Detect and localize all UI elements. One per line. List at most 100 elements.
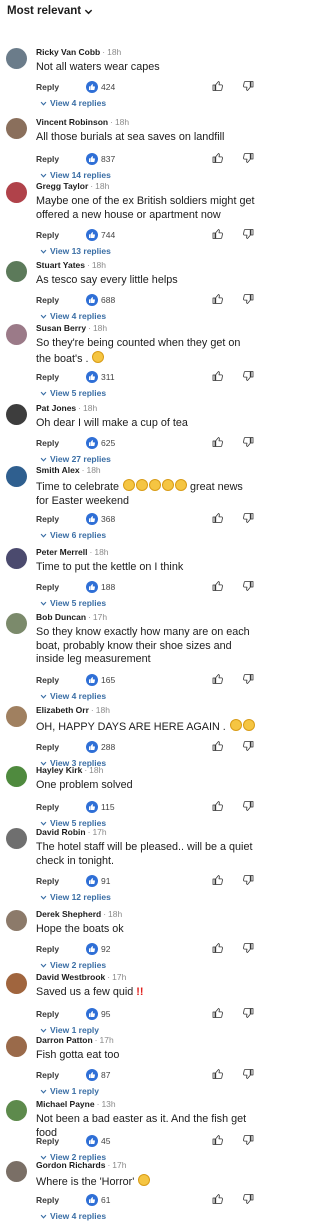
reply-button[interactable]: Reply — [36, 944, 86, 954]
like-button[interactable] — [212, 1007, 224, 1021]
dislike-button[interactable] — [242, 436, 254, 450]
author-name[interactable]: Susan Berry — [36, 323, 86, 333]
view-replies-link[interactable]: View 4 replies — [40, 311, 106, 321]
avatar[interactable] — [6, 466, 27, 487]
like-button[interactable] — [212, 293, 224, 307]
avatar[interactable] — [6, 404, 27, 425]
reply-button[interactable]: Reply — [36, 1070, 86, 1080]
reply-button[interactable]: Reply — [36, 514, 86, 524]
dislike-button[interactable] — [242, 228, 254, 242]
sort-dropdown[interactable]: Most relevant — [0, 0, 265, 22]
reply-button[interactable]: Reply — [36, 295, 86, 305]
reply-button[interactable]: Reply — [36, 230, 86, 240]
dislike-button[interactable] — [242, 800, 254, 814]
like-button[interactable] — [212, 942, 224, 956]
reply-button[interactable]: Reply — [36, 1136, 86, 1146]
reply-button[interactable]: Reply — [36, 438, 86, 448]
author-name[interactable]: Derek Shepherd — [36, 909, 101, 919]
avatar[interactable] — [6, 548, 27, 569]
like-button[interactable] — [212, 436, 224, 450]
dislike-button[interactable] — [242, 152, 254, 166]
avatar[interactable] — [6, 118, 27, 139]
view-replies-link[interactable]: View 5 replies — [40, 388, 106, 398]
author-name[interactable]: Smith Alex — [36, 465, 80, 475]
dislike-button[interactable] — [242, 1134, 254, 1148]
avatar[interactable] — [6, 1100, 27, 1121]
dislike-button[interactable] — [242, 1007, 254, 1021]
reply-button[interactable]: Reply — [36, 82, 86, 92]
reply-button[interactable]: Reply — [36, 154, 86, 164]
dislike-button[interactable] — [242, 293, 254, 307]
avatar[interactable] — [6, 910, 27, 931]
author-name[interactable]: Peter Merrell — [36, 547, 88, 557]
author-name[interactable]: Ricky Van Cobb — [36, 47, 100, 57]
reply-button[interactable]: Reply — [36, 372, 86, 382]
author-name[interactable]: Stuart Yates — [36, 260, 85, 270]
like-button[interactable] — [212, 874, 224, 888]
view-replies-link[interactable]: View 4 replies — [40, 98, 106, 108]
like-button[interactable] — [212, 800, 224, 814]
reply-button[interactable]: Reply — [36, 582, 86, 592]
reply-button[interactable]: Reply — [36, 1009, 86, 1019]
like-button[interactable] — [212, 228, 224, 242]
dislike-button[interactable] — [242, 673, 254, 687]
view-replies-link[interactable]: View 5 replies — [40, 598, 106, 608]
like-button[interactable] — [212, 740, 224, 754]
reply-button[interactable]: Reply — [36, 742, 86, 752]
dislike-button[interactable] — [242, 370, 254, 384]
view-replies-link[interactable]: View 12 replies — [40, 892, 111, 902]
like-button[interactable] — [212, 80, 224, 94]
dislike-button[interactable] — [242, 580, 254, 594]
dislike-button[interactable] — [242, 874, 254, 888]
like-button[interactable] — [212, 370, 224, 384]
author-name[interactable]: Vincent Robinson — [36, 117, 108, 127]
avatar[interactable] — [6, 324, 27, 345]
avatar[interactable] — [6, 1036, 27, 1057]
avatar[interactable] — [6, 1161, 27, 1182]
like-button[interactable] — [212, 1134, 224, 1148]
author-name[interactable]: David Robin — [36, 827, 86, 837]
view-replies-link[interactable]: View 4 replies — [40, 691, 106, 701]
author-name[interactable]: Gregg Taylor — [36, 181, 88, 191]
dislike-button[interactable] — [242, 512, 254, 526]
avatar[interactable] — [6, 973, 27, 994]
avatar[interactable] — [6, 766, 27, 787]
view-replies-link[interactable]: View 27 replies — [40, 454, 111, 464]
view-replies-link[interactable]: View 6 replies — [40, 530, 106, 540]
avatar[interactable] — [6, 828, 27, 849]
like-button[interactable] — [212, 1193, 224, 1207]
like-button[interactable] — [212, 673, 224, 687]
author-name[interactable]: Darron Patton — [36, 1035, 93, 1045]
dislike-button[interactable] — [242, 80, 254, 94]
reply-button[interactable]: Reply — [36, 675, 86, 685]
avatar[interactable] — [6, 182, 27, 203]
like-button[interactable] — [212, 152, 224, 166]
author-name[interactable]: Pat Jones — [36, 403, 76, 413]
author-name[interactable]: Elizabeth Orr — [36, 705, 89, 715]
view-replies-link[interactable]: View 13 replies — [40, 246, 111, 256]
dislike-button[interactable] — [242, 942, 254, 956]
reply-button[interactable]: Reply — [36, 802, 86, 812]
avatar[interactable] — [6, 48, 27, 69]
dislike-button[interactable] — [242, 740, 254, 754]
author-name[interactable]: Gordon Richards — [36, 1160, 105, 1170]
avatar[interactable] — [6, 613, 27, 634]
view-replies-link[interactable]: View 1 reply — [40, 1086, 99, 1096]
dislike-button[interactable] — [242, 1193, 254, 1207]
author-name[interactable]: Hayley Kirk — [36, 765, 82, 775]
like-button[interactable] — [212, 1068, 224, 1082]
author-name[interactable]: Michael Payne — [36, 1099, 95, 1109]
dislike-button[interactable] — [242, 1068, 254, 1082]
author-name[interactable]: Bob Duncan — [36, 612, 86, 622]
view-replies-link[interactable]: View 14 replies — [40, 170, 111, 180]
view-replies-link[interactable]: View 4 replies — [40, 1211, 106, 1221]
like-button[interactable] — [212, 512, 224, 526]
author-name[interactable]: David Westbrook — [36, 972, 105, 982]
avatar[interactable] — [6, 261, 27, 282]
view-replies-link[interactable]: View 1 reply — [40, 1025, 99, 1035]
avatar[interactable] — [6, 706, 27, 727]
like-button[interactable] — [212, 580, 224, 594]
reply-button[interactable]: Reply — [36, 876, 86, 886]
view-replies-link[interactable]: View 2 replies — [40, 960, 106, 970]
reply-button[interactable]: Reply — [36, 1195, 86, 1205]
